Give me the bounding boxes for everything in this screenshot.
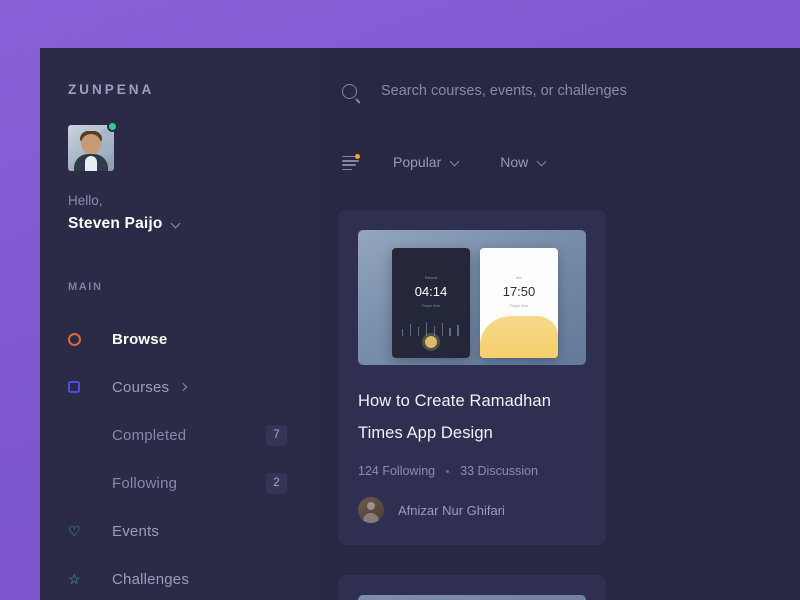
phone-mockup-light: Iftar 17:50 Prayer time (480, 248, 558, 358)
chevron-down-icon (451, 158, 460, 167)
user-name: Steven Paijo (68, 215, 163, 232)
phone-mockup-dark: Rahmat 04:14 Prayer time (392, 248, 470, 358)
avatar-face (81, 134, 101, 154)
chevron-right-icon (180, 384, 187, 391)
user-profile[interactable]: Hello, Steven Paijo (40, 97, 320, 233)
status-badge: 7 (266, 424, 287, 446)
phone-label: Rahmat (424, 276, 438, 280)
main-content: Popular Now Rahmat 04:14 Prayer time (320, 48, 800, 600)
course-card[interactable]: BEAUTIFUL SUNSET Dubai 40° HAPPY MORNING (338, 575, 606, 600)
phone-label: Iftar (515, 276, 523, 280)
avatar-bg-detail (101, 129, 112, 155)
time-dropdown[interactable]: Now (500, 154, 547, 170)
course-thumbnail: BEAUTIFUL SUNSET Dubai 40° HAPPY MORNING (358, 595, 586, 600)
course-card-grid: Rahmat 04:14 Prayer time Iftar 17:50 Pra… (338, 210, 800, 600)
filter-bar: Popular Now (320, 134, 800, 190)
author-name: Afnizar Nur Ghifari (398, 502, 505, 518)
avatar-image (68, 125, 114, 171)
avatar (358, 497, 384, 524)
card-title-line1: How to Create Ramadhan (358, 392, 551, 410)
online-status-dot (107, 121, 118, 132)
phone-time: 17:50 (502, 284, 536, 299)
meta-separator-dot (446, 469, 450, 473)
sidebar-item-label: Events (112, 522, 160, 540)
square-icon (68, 381, 96, 393)
brand-logo: ZUNPENA (68, 82, 155, 97)
sidebar-nav: Browse Courses Completed 7 Following 2 ♡… (40, 315, 320, 600)
search-input[interactable] (381, 83, 781, 99)
discussion-count: 33 Discussion (460, 464, 538, 479)
sidebar-item-events[interactable]: ♡ Events (40, 507, 320, 555)
sidebar-item-completed[interactable]: Completed 7 (40, 411, 320, 459)
sidebar-item-challenges[interactable]: ☆ Challenges (40, 555, 320, 600)
phone-statusbar (480, 248, 558, 256)
course-card[interactable]: Rahmat 04:14 Prayer time Iftar 17:50 Pra… (338, 210, 606, 546)
avatar-shirt (85, 156, 97, 171)
following-count: 124 Following (358, 464, 436, 479)
status-badge: 2 (266, 472, 287, 494)
filter-list-icon[interactable] (342, 153, 360, 171)
sidebar-item-label: Challenges (112, 570, 190, 588)
sidebar-item-label: Courses (112, 378, 170, 396)
sidebar: ZUNPENA Hello, Steven Paijo MAIN Browse … (40, 48, 320, 600)
sort-dropdown[interactable]: Popular (393, 154, 460, 170)
course-thumbnail: Rahmat 04:14 Prayer time Iftar 17:50 Pra… (358, 230, 586, 365)
chevron-down-icon (538, 158, 547, 167)
card-meta: 124 Following 33 Discussion (358, 464, 586, 478)
phone-wave-graphic (480, 316, 558, 358)
sidebar-item-courses[interactable]: Courses (40, 363, 320, 411)
sidebar-item-label: Browse (112, 330, 168, 348)
sidebar-item-following[interactable]: Following 2 (40, 459, 320, 507)
ring-icon (68, 332, 96, 346)
app-window: ZUNPENA Hello, Steven Paijo MAIN Browse … (40, 48, 800, 600)
filter-notification-dot (355, 153, 360, 159)
phone-action-button (425, 336, 437, 348)
heart-icon: ♡ (68, 523, 81, 539)
card-author[interactable]: Afnizar Nur Ghifari (358, 497, 586, 524)
phone-caption: Prayer time (421, 304, 441, 308)
phone-chart (398, 318, 464, 336)
search-icon (342, 83, 357, 99)
sidebar-item-label: Following (112, 474, 178, 492)
chevron-down-icon[interactable] (172, 220, 181, 229)
time-label: Now (500, 154, 529, 170)
phone-statusbar (392, 248, 470, 256)
sidebar-item-label: Completed (112, 426, 187, 444)
star-icon: ☆ (68, 571, 81, 587)
avatar[interactable] (68, 121, 118, 171)
card-title-line2: Times App Design (358, 424, 493, 443)
search-bar[interactable] (320, 48, 800, 134)
sort-label: Popular (393, 154, 442, 170)
phone-time: 04:14 (414, 284, 448, 299)
sidebar-item-browse[interactable]: Browse (40, 315, 320, 363)
phone-caption: Prayer time (509, 304, 529, 308)
user-name-row[interactable]: Steven Paijo (68, 215, 320, 233)
sidebar-section-label: MAIN (68, 281, 103, 293)
greeting-text: Hello, (68, 193, 103, 208)
